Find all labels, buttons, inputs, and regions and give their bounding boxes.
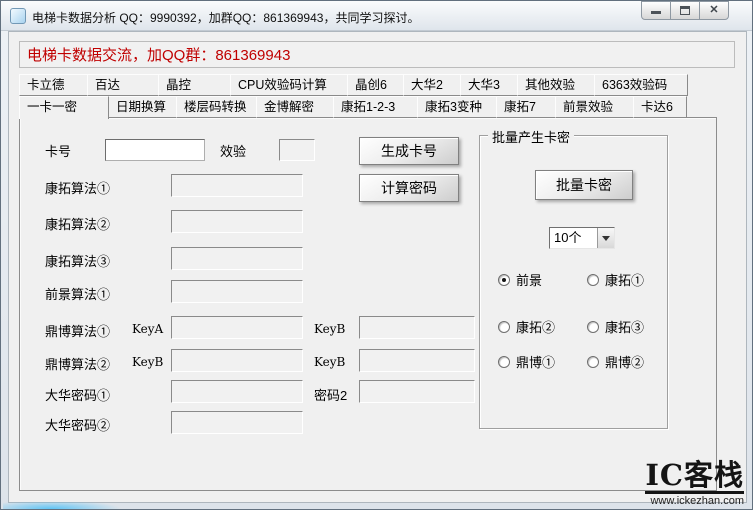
kangtuo2-input[interactable]: [171, 210, 303, 233]
radio-unselected-icon: [587, 321, 599, 333]
card-no-label: 卡号: [45, 141, 71, 160]
title-bar: 电梯卡数据分析 QQ：9990392，加群QQ：861369943，共同学习探讨…: [1, 1, 752, 31]
tab-dahua3[interactable]: 大华3: [460, 74, 518, 96]
banner-text: 电梯卡数据交流，加QQ群：861369943: [27, 44, 290, 65]
tab-other-check[interactable]: 其他效验: [517, 74, 595, 96]
maximize-icon: [680, 6, 690, 15]
tab-qianjing-check[interactable]: 前景效验: [555, 96, 634, 118]
dahua2-input[interactable]: [171, 411, 303, 434]
kangtuo1-input[interactable]: [171, 174, 303, 197]
radio-unselected-icon: [587, 274, 599, 286]
radio-unselected-icon: [498, 356, 510, 368]
calc-password-button[interactable]: 计算密码: [359, 174, 459, 202]
tab-kangtuo3-variant[interactable]: 康拓3变种: [417, 96, 497, 118]
dingbo1-keya-input[interactable]: [171, 316, 303, 339]
minimize-icon: [651, 11, 661, 14]
dingbo2-keyb2-label: KeyB: [314, 355, 345, 369]
dahua1-mima2-input[interactable]: [359, 380, 475, 403]
radio-kangtuo1-label: 康拓①: [605, 270, 644, 289]
kangtuo2-label: 康拓算法②: [45, 214, 110, 233]
tab-row-2: 一卡一密 日期换算 楼层码转换 金博解密 康拓1-2-3 康拓3变种 康拓7 前…: [19, 96, 687, 119]
tab-floor-code-convert[interactable]: 楼层码转换: [176, 96, 257, 118]
count-select[interactable]: 10个: [549, 227, 615, 249]
kangtuo3-label: 康拓算法③: [45, 251, 110, 270]
tab-row-1: 卡立德 百达 晶控 CPU效验码计算 晶创6 大华2 大华3 其他效验 6363…: [19, 74, 688, 96]
radio-qianjing[interactable]: 前景: [498, 270, 542, 289]
kangtuo1-label: 康拓算法①: [45, 178, 110, 197]
dahua1-label: 大华密码①: [45, 385, 110, 404]
batch-generate-button[interactable]: 批量卡密: [535, 170, 633, 200]
radio-dingbo1-label: 鼎博①: [516, 352, 555, 371]
radio-kangtuo1[interactable]: 康拓①: [587, 270, 644, 289]
radio-unselected-icon: [587, 356, 599, 368]
radio-selected-icon: [498, 274, 510, 286]
close-button[interactable]: ✕: [699, 1, 729, 20]
tab-kalide[interactable]: 卡立德: [19, 74, 88, 96]
app-window: 电梯卡数据分析 QQ：9990392，加群QQ：861369943，共同学习探讨…: [0, 0, 753, 510]
radio-dingbo2[interactable]: 鼎博②: [587, 352, 644, 371]
dahua1-input[interactable]: [171, 380, 303, 403]
kangtuo3-input[interactable]: [171, 247, 303, 270]
radio-dingbo1[interactable]: 鼎博①: [498, 352, 555, 371]
dingbo2-keyb1-input[interactable]: [171, 349, 303, 372]
radio-dingbo2-label: 鼎博②: [605, 352, 644, 371]
watermark-logo: IC客栈: [645, 460, 744, 494]
batch-groupbox-title: 批量产生卡密: [488, 127, 574, 146]
qianjing1-input[interactable]: [171, 280, 303, 303]
radio-kangtuo2-label: 康拓②: [516, 317, 555, 336]
tab-jingkong[interactable]: 晶控: [158, 74, 231, 96]
dingbo2-keyb1-label: KeyB: [132, 355, 163, 369]
app-icon: [10, 8, 26, 24]
qianjing1-label: 前景算法①: [45, 284, 110, 303]
dahua1-mima2-label: 密码2: [314, 385, 347, 404]
caption-buttons: ✕: [642, 1, 729, 20]
tab-kangtuo7[interactable]: 康拓7: [496, 96, 556, 118]
tab-one-card-one-pass[interactable]: 一卡一密: [19, 96, 109, 119]
chevron-down-icon: [602, 236, 610, 241]
count-select-value: 10个: [550, 228, 597, 248]
dingbo1-keyb-input[interactable]: [359, 316, 475, 339]
watermark: IC客栈 www.ickezhan.com: [645, 460, 744, 507]
radio-kangtuo3-label: 康拓③: [605, 317, 644, 336]
dahua2-label: 大华密码②: [45, 415, 110, 434]
tab-baida[interactable]: 百达: [87, 74, 159, 96]
maximize-button[interactable]: [670, 1, 700, 20]
tab-6363-check[interactable]: 6363效验码: [594, 74, 688, 96]
check-label: 效验: [220, 141, 246, 160]
radio-kangtuo2[interactable]: 康拓②: [498, 317, 555, 336]
dingbo2-keyb2-input[interactable]: [359, 349, 475, 372]
tab-jingchuang6[interactable]: 晶创6: [347, 74, 404, 96]
dingbo1-label: 鼎博算法①: [45, 321, 110, 340]
window-title: 电梯卡数据分析 QQ：9990392，加群QQ：861369943，共同学习探讨…: [32, 9, 419, 26]
radio-kangtuo3[interactable]: 康拓③: [587, 317, 644, 336]
radio-unselected-icon: [498, 321, 510, 333]
tab-cpu-check-calc[interactable]: CPU效验码计算: [230, 74, 348, 96]
dingbo1-keya-label: KeyA: [132, 322, 163, 336]
radio-qianjing-label: 前景: [516, 270, 542, 289]
minimize-button[interactable]: [641, 1, 671, 20]
card-no-input[interactable]: [105, 139, 205, 161]
generate-card-button[interactable]: 生成卡号: [359, 137, 459, 165]
tab-date-convert[interactable]: 日期换算: [108, 96, 177, 118]
tab-jinbo-decrypt[interactable]: 金博解密: [256, 96, 334, 118]
dingbo1-keyb-label: KeyB: [314, 322, 345, 336]
count-select-dropdown-button[interactable]: [597, 228, 614, 248]
tab-kangtuo-123[interactable]: 康拓1-2-3: [333, 96, 418, 118]
qq-group-banner: 电梯卡数据交流，加QQ群：861369943: [19, 41, 735, 68]
tab-page-one-card-one-pass: 卡号 效验 生成卡号 计算密码 康拓算法① 康拓算法② 康拓算法③ 前景算法① …: [19, 117, 717, 491]
dingbo2-label: 鼎博算法②: [45, 354, 110, 373]
check-input[interactable]: [279, 139, 315, 161]
watermark-site: www.ickezhan.com: [645, 495, 744, 507]
tab-kada6[interactable]: 卡达6: [633, 96, 687, 118]
tab-dahua2[interactable]: 大华2: [403, 74, 461, 96]
close-icon: ✕: [700, 3, 728, 16]
